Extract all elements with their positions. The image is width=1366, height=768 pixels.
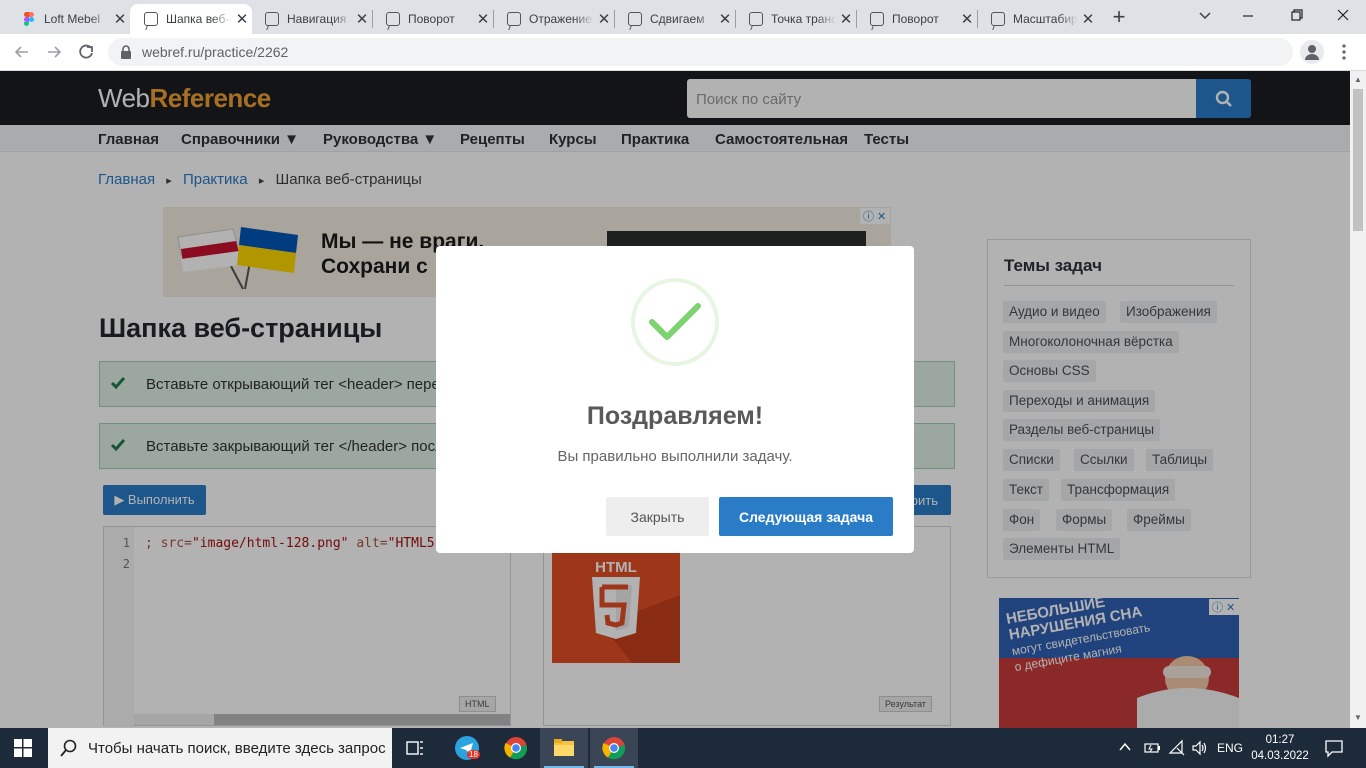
tab-title: Поворот <box>892 12 939 26</box>
tab-shift[interactable]: Сдвигаем ✕ <box>614 4 735 34</box>
task-view-icon[interactable] <box>405 738 425 758</box>
tab-title: Отражение <box>529 12 592 26</box>
close-tab-icon[interactable]: ✕ <box>473 10 493 28</box>
scroll-up-icon[interactable]: ▲ <box>1354 75 1362 84</box>
close-tab-icon[interactable]: ✕ <box>836 10 856 28</box>
close-window-icon[interactable] <box>1332 4 1354 26</box>
clock-date: 04.03.2022 <box>1251 750 1309 762</box>
search-icon <box>60 739 77 757</box>
lock-icon <box>120 45 132 59</box>
restore-icon[interactable] <box>1286 4 1308 26</box>
close-tab-icon[interactable]: ✕ <box>715 10 735 28</box>
scroll-down-icon[interactable]: ▼ <box>1354 713 1362 722</box>
speech-bubble-icon <box>144 12 158 26</box>
windows-taskbar: Чтобы начать поиск, введите здесь запрос… <box>0 728 1366 768</box>
chrome-icon <box>602 737 626 760</box>
speech-bubble-icon <box>265 12 279 26</box>
battery-icon[interactable] <box>1143 740 1161 756</box>
close-tab-icon[interactable]: ✕ <box>232 10 252 28</box>
speech-bubble-icon <box>628 12 642 26</box>
tab-title: Масштабирование <box>1013 12 1078 26</box>
chrome-icon[interactable] <box>504 736 528 760</box>
close-tab-icon[interactable]: ✕ <box>957 10 977 28</box>
menu-kebab-icon[interactable] <box>1334 42 1354 62</box>
figma-icon <box>22 12 36 26</box>
notifications-icon[interactable] <box>1324 738 1344 758</box>
taskbar-search-placeholder: Чтобы начать поиск, введите здесь запрос <box>88 739 386 757</box>
tab-title: Шапка веб-страницы <box>166 12 232 26</box>
forward-icon[interactable] <box>44 42 64 62</box>
close-tab-icon[interactable]: ✕ <box>594 10 614 28</box>
folder-icon <box>554 739 574 756</box>
speech-bubble-icon <box>386 12 400 26</box>
tab-search-chevron-icon[interactable] <box>1196 6 1214 24</box>
close-tab-icon[interactable]: ✕ <box>1078 10 1098 28</box>
tab-active-header[interactable]: Шапка веб-страницы ✕ <box>130 4 252 34</box>
wifi-icon[interactable] <box>1168 739 1186 757</box>
telegram-badge: 18 <box>467 750 480 759</box>
tab-transform-origin[interactable]: Точка трансформации ✕ <box>735 4 856 34</box>
file-explorer-taskbar-button[interactable] <box>540 728 588 768</box>
tab-rotate-2[interactable]: Поворот ✕ <box>856 4 977 34</box>
success-check-icon <box>631 278 719 366</box>
success-dialog: Поздравляем! Вы правильно выполнили зада… <box>436 246 914 553</box>
tab-title: Поворот <box>408 12 455 26</box>
tab-rotate[interactable]: Поворот ✕ <box>372 4 493 34</box>
dialog-message: Вы правильно выполнили задачу. <box>557 448 793 465</box>
scrollbar-thumb[interactable] <box>1353 89 1363 231</box>
speech-bubble-icon <box>991 12 1005 26</box>
tray-chevron-up-icon[interactable] <box>1118 740 1132 757</box>
tab-title: Loft Mebel <box>44 12 101 26</box>
close-tab-icon[interactable]: ✕ <box>110 10 130 28</box>
chrome-taskbar-button-active[interactable] <box>590 728 638 768</box>
next-task-button[interactable]: Следующая задача <box>719 497 893 536</box>
telegram-icon[interactable]: 18 <box>455 736 480 760</box>
clock-time: 01:27 <box>1265 734 1295 746</box>
new-tab-button[interactable]: + <box>1107 4 1131 30</box>
dialog-title: Поздравляем! <box>586 402 764 430</box>
profile-avatar-icon[interactable] <box>1300 40 1324 64</box>
tab-title: Сдвигаем <box>650 12 705 26</box>
reload-icon[interactable] <box>76 42 96 62</box>
tab-title: Навигация <box>287 12 347 26</box>
back-icon[interactable] <box>12 42 32 62</box>
volume-icon[interactable] <box>1191 739 1209 757</box>
speech-bubble-icon <box>507 12 521 26</box>
tab-navigation[interactable]: Навигация ✕ <box>251 4 372 34</box>
language-indicator[interactable]: ENG <box>1217 741 1243 755</box>
taskbar-search-box[interactable]: Чтобы начать поиск, введите здесь запрос <box>48 728 392 768</box>
tab-reflection[interactable]: Отражение ✕ <box>493 4 614 34</box>
close-tab-icon[interactable]: ✕ <box>352 10 372 28</box>
page-scrollbar[interactable]: ▲ ▼ <box>1350 71 1366 728</box>
tab-loft-mebel[interactable]: Loft Mebel ✕ <box>8 4 130 34</box>
tab-scale[interactable]: Масштабирование ✕ <box>977 4 1098 34</box>
minimize-icon[interactable] <box>1237 4 1259 26</box>
close-button[interactable]: Закрыть <box>606 497 709 536</box>
url-text: webref.ru/practice/2262 <box>142 44 289 60</box>
speech-bubble-icon <box>870 12 884 26</box>
windows-start-icon[interactable] <box>14 739 32 757</box>
address-bar[interactable]: webref.ru/practice/2262 <box>108 38 1293 66</box>
clock[interactable]: 01:27 04.03.2022 <box>1250 732 1310 764</box>
tab-title: Точка трансформации <box>771 12 836 26</box>
tab-strip: Loft Mebel ✕ Шапка веб-страницы ✕ Навига… <box>0 0 1366 34</box>
speech-bubble-icon <box>749 12 763 26</box>
